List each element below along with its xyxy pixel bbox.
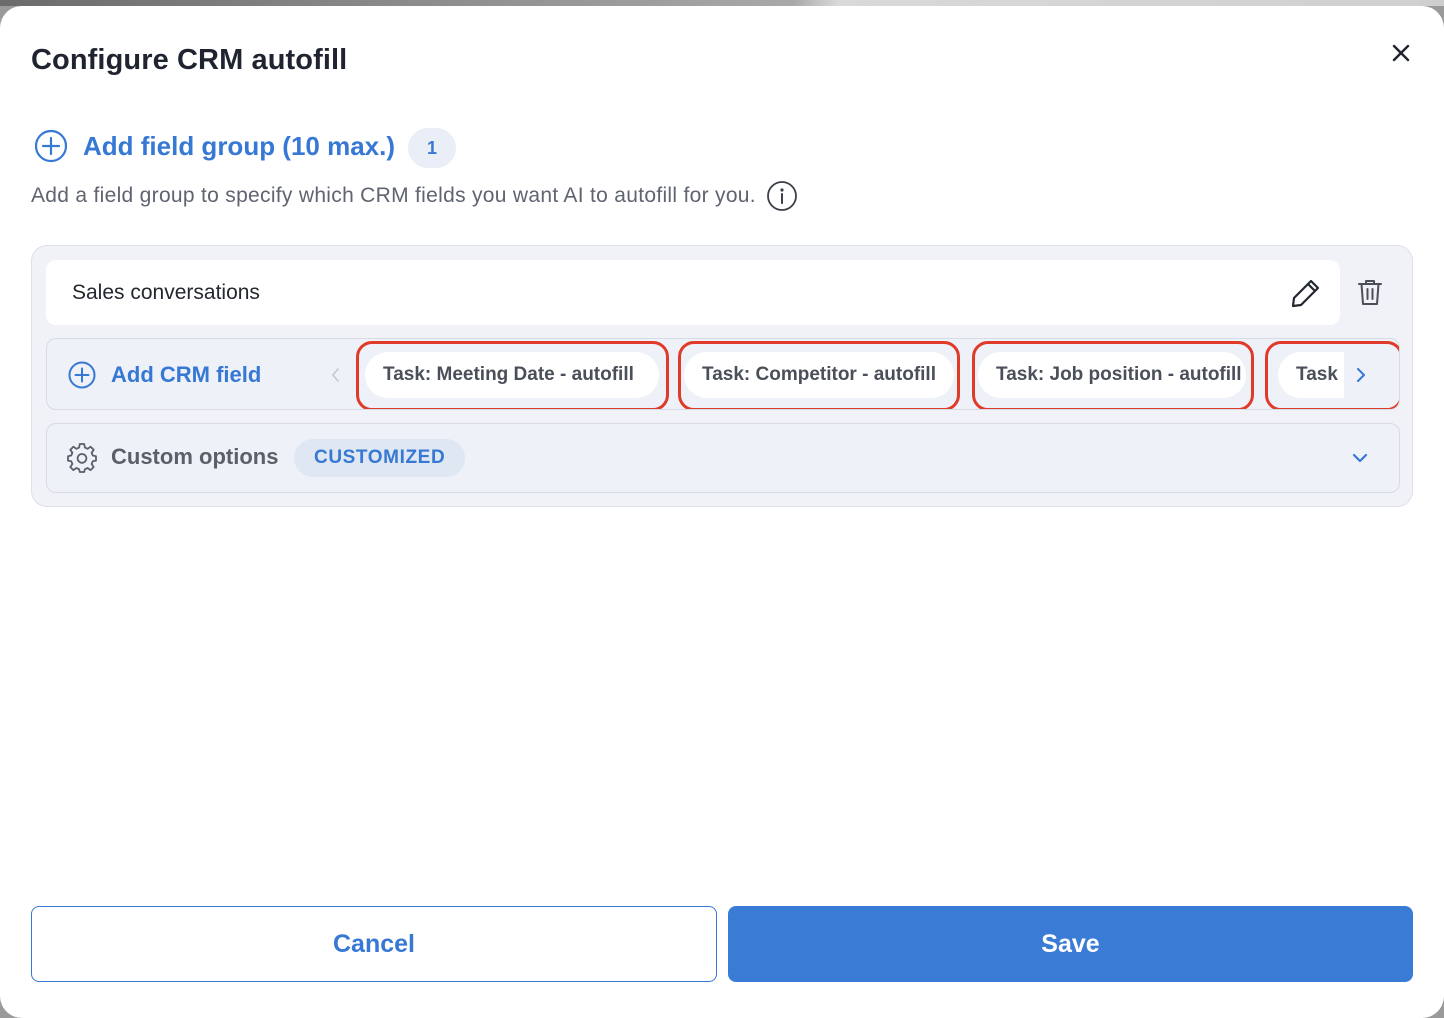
customized-badge: CUSTOMIZED: [294, 439, 466, 477]
add-crm-field-button[interactable]: Add CRM field: [67, 359, 261, 391]
plus-circle-icon: [34, 129, 68, 163]
plus-circle-icon: [68, 361, 96, 389]
save-button[interactable]: Save: [728, 906, 1413, 982]
helper-text-row: Add a field group to specify which CRM f…: [31, 178, 798, 214]
add-crm-field-label: Add CRM field: [111, 362, 262, 387]
crm-field-chip[interactable]: Task: Meeting Date - autofill: [365, 352, 659, 398]
trash-icon: [1358, 280, 1382, 305]
pencil-icon: [1291, 279, 1320, 308]
info-icon[interactable]: [766, 180, 798, 212]
custom-options-accordion[interactable]: Custom options CUSTOMIZED: [46, 423, 1400, 493]
group-name: Sales conversations: [72, 280, 260, 304]
close-icon: [1392, 44, 1410, 62]
crm-fields-row: Add CRM field Task: Meeting Date - autof…: [46, 338, 1400, 410]
group-name-field[interactable]: Sales conversations: [46, 260, 1340, 325]
crm-field-chip[interactable]: Task: Job position - autofill: [978, 352, 1246, 398]
dialog-title: Configure CRM autofill: [31, 44, 348, 76]
close-button[interactable]: [1386, 38, 1416, 68]
crm-field-chip[interactable]: Task: Competitor - autofill: [684, 352, 954, 398]
delete-group-button[interactable]: [1352, 274, 1388, 310]
scroll-right-button[interactable]: [1349, 363, 1373, 387]
gear-icon: [67, 443, 97, 473]
scroll-left-button[interactable]: [325, 363, 345, 387]
field-group-count-badge: 1: [408, 128, 456, 168]
configure-crm-autofill-dialog: Configure CRM autofill Add field group (…: [0, 6, 1444, 1018]
cancel-button[interactable]: Cancel: [31, 906, 717, 982]
edit-group-name-button[interactable]: [1286, 273, 1326, 313]
add-field-group-label: Add field group (10 max.): [83, 130, 396, 161]
add-field-group-button[interactable]: Add field group (10 max.): [33, 126, 395, 166]
helper-text: Add a field group to specify which CRM f…: [31, 184, 756, 207]
custom-options-label: Custom options: [111, 444, 279, 469]
chevron-right-icon: [1357, 368, 1365, 382]
field-group-card: Sales conversations Add CRM field Task: …: [31, 245, 1413, 507]
chevron-down-icon: [1352, 453, 1368, 463]
chevron-left-icon: [331, 368, 339, 382]
crm-field-chip-partial[interactable]: Task: [1278, 352, 1344, 398]
